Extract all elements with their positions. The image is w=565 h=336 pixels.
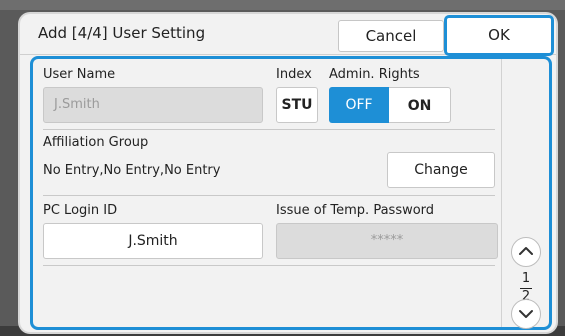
pager-column: 1 2 <box>501 59 550 329</box>
separator <box>43 265 495 266</box>
settings-panel: User Name Index Admin. Rights J.Smith ST… <box>30 56 552 330</box>
dialog-header: Add [4/4] User Setting Cancel OK <box>20 14 556 56</box>
pc-login-id-button[interactable]: J.Smith <box>43 223 263 259</box>
temp-password-label: Issue of Temp. Password <box>276 203 435 218</box>
scroll-down-button[interactable] <box>511 299 541 329</box>
index-button[interactable]: STU <box>276 87 318 123</box>
admin-rights-off-toggle[interactable]: OFF <box>329 87 389 123</box>
affiliation-group-label: Affiliation Group <box>43 135 149 150</box>
change-button[interactable]: Change <box>387 152 495 188</box>
chevron-up-icon <box>519 247 533 255</box>
index-label: Index <box>276 67 312 82</box>
affiliation-group-value: No Entry,No Entry,No Entry <box>43 163 221 178</box>
chevron-down-icon <box>519 310 533 318</box>
admin-rights-on-toggle[interactable]: ON <box>389 87 451 123</box>
admin-rights-label: Admin. Rights <box>329 67 420 82</box>
pc-login-id-label: PC Login ID <box>43 203 118 218</box>
user-setting-dialog: Add [4/4] User Setting Cancel OK User Na… <box>20 14 556 332</box>
scroll-up-button[interactable] <box>511 237 541 267</box>
dialog-title: Add [4/4] User Setting <box>38 24 206 42</box>
user-name-label: User Name <box>43 67 116 82</box>
background-top <box>0 0 565 10</box>
ok-button[interactable]: OK <box>444 15 554 56</box>
separator <box>43 195 495 196</box>
separator <box>43 129 495 130</box>
page-current: 1 <box>521 271 531 286</box>
screen: Add [4/4] User Setting Cancel OK User Na… <box>0 0 565 336</box>
cancel-button[interactable]: Cancel <box>338 20 444 52</box>
temp-password-field: ***** <box>276 223 498 259</box>
user-name-field: J.Smith <box>43 87 263 123</box>
